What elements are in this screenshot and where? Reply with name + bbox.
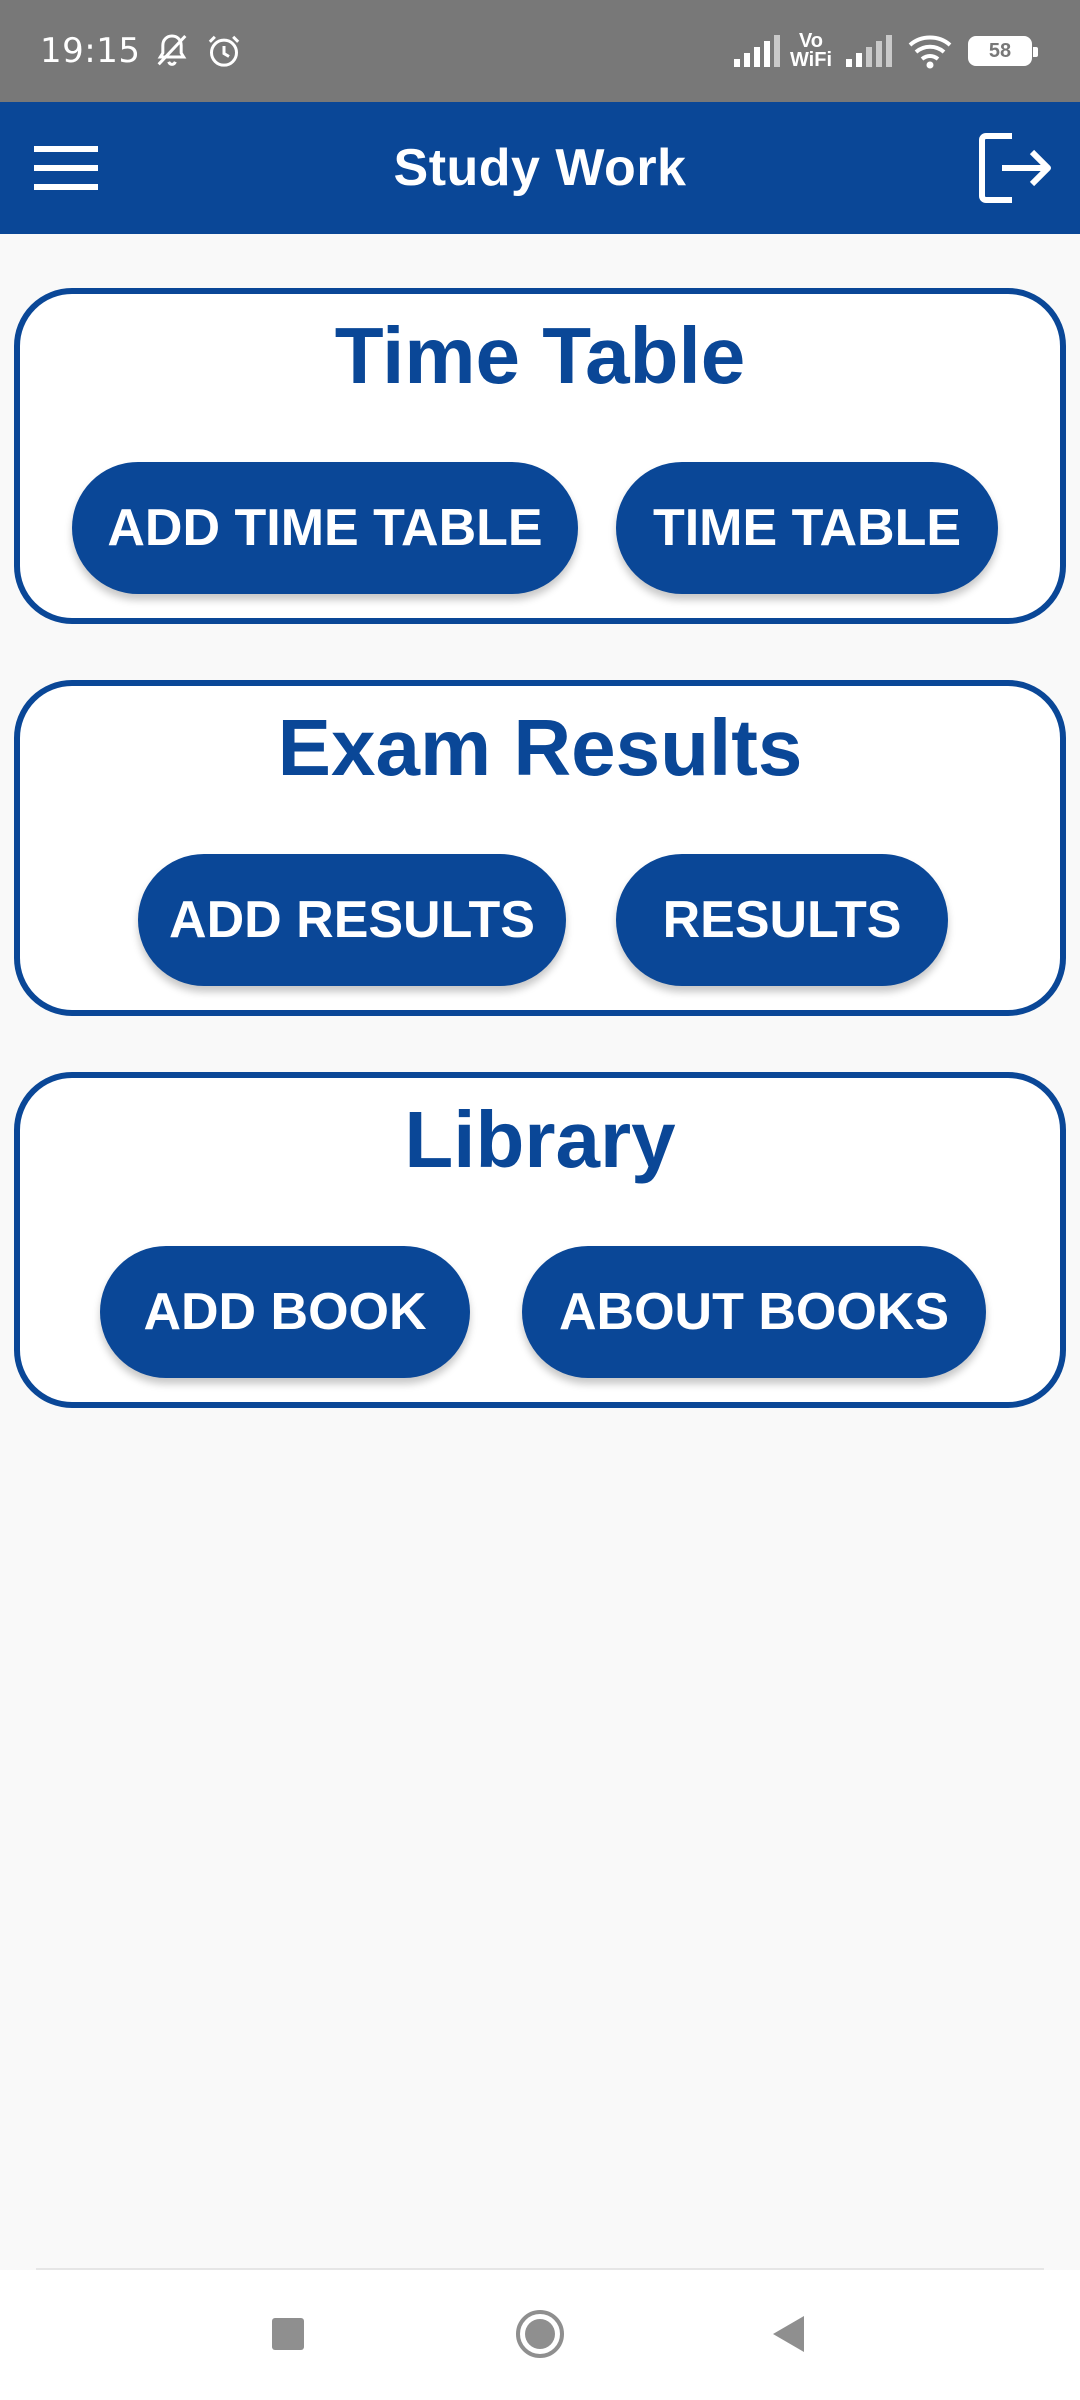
signal-strength-icon <box>732 33 782 69</box>
card-title: Library <box>404 1095 676 1184</box>
hamburger-menu-icon <box>34 146 98 190</box>
vowifi-indicator: Vo WiFi <box>789 31 832 71</box>
about-books-button[interactable]: ABOUT BOOKS <box>522 1246 986 1378</box>
recents-button[interactable] <box>270 2316 306 2357</box>
circle-icon <box>516 2310 564 2358</box>
square-icon <box>272 2318 304 2350</box>
menu-button[interactable] <box>32 142 102 194</box>
page-title: Study Work <box>393 139 687 197</box>
add-book-button[interactable]: ADD BOOK <box>100 1246 470 1378</box>
battery-level: 58 <box>971 39 1029 63</box>
logout-icon <box>979 133 1051 203</box>
wifi-icon <box>906 31 954 71</box>
status-right: Vo WiFi 58 <box>720 31 1038 71</box>
back-triangle-icon <box>773 2316 804 2352</box>
app-bar: Study Work <box>0 102 1080 234</box>
exam-results-card: Exam Results ADD RESULTS RESULTS <box>14 680 1066 1016</box>
back-button[interactable] <box>770 2314 806 2359</box>
status-time: 19:15 <box>40 31 141 71</box>
muted-bell-icon <box>152 31 192 71</box>
signal-strength-2-icon <box>844 33 894 69</box>
time-table-card: Time Table ADD TIME TABLE TIME TABLE <box>14 288 1066 624</box>
system-nav-bar <box>0 2270 1080 2400</box>
add-time-table-button[interactable]: ADD TIME TABLE <box>72 462 578 594</box>
logout-button[interactable] <box>976 130 1054 206</box>
vowifi-bottom-label: WiFi <box>789 49 832 71</box>
add-results-button[interactable]: ADD RESULTS <box>138 854 566 986</box>
time-table-button[interactable]: TIME TABLE <box>616 462 998 594</box>
home-button[interactable] <box>514 2308 566 2365</box>
library-card: Library ADD BOOK ABOUT BOOKS <box>14 1072 1066 1408</box>
screen: 19:15 Vo WiFi 58 Study Work Time Table A… <box>0 0 1080 2400</box>
battery-icon: 58 <box>968 36 1038 66</box>
card-title: Time Table <box>334 311 746 400</box>
alarm-clock-icon <box>204 31 244 71</box>
results-button[interactable]: RESULTS <box>616 854 948 986</box>
card-title: Exam Results <box>277 703 803 792</box>
status-bar: 19:15 Vo WiFi 58 <box>0 0 1080 102</box>
status-left: 19:15 <box>40 31 244 71</box>
